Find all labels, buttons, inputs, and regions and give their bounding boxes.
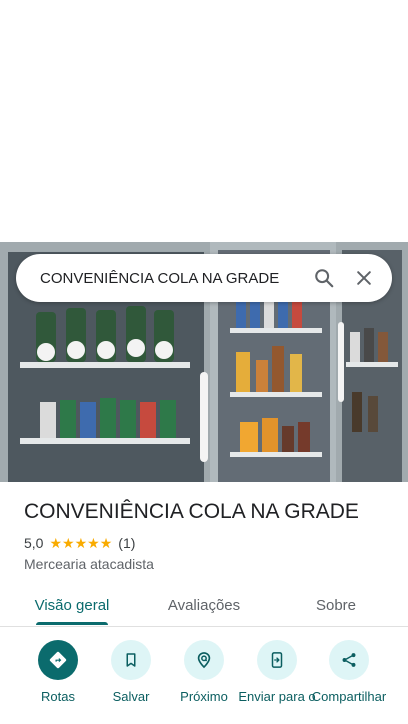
bookmark-icon (111, 640, 151, 680)
active-tab-indicator (36, 622, 108, 625)
map-blank-area (0, 0, 408, 242)
star-icon: ★ (99, 535, 113, 551)
save-button[interactable]: Salvar (91, 640, 171, 704)
nearby-icon (184, 640, 224, 680)
tab-bar: Visão geral Avaliações Sobre (0, 584, 408, 627)
send-to-phone-icon (257, 640, 297, 680)
star-icon: ★ (74, 535, 88, 551)
nearby-button[interactable]: Próximo (164, 640, 244, 704)
tab-overview[interactable]: Visão geral (24, 584, 120, 626)
send-to-phone-label: Enviar para o (238, 689, 316, 704)
nearby-label: Próximo (180, 689, 228, 704)
directions-button[interactable]: Rotas (18, 640, 98, 704)
close-icon[interactable] (346, 260, 382, 296)
share-label: Compartilhar (311, 689, 387, 704)
send-to-phone-button[interactable]: Enviar para o (237, 640, 317, 704)
star-icon: ★ (62, 535, 75, 551)
place-title: CONVENIÊNCIA COLA NA GRADE (24, 500, 359, 523)
share-icon (329, 640, 369, 680)
directions-label: Rotas (41, 689, 75, 704)
rating-row[interactable]: 5,0 ★ ★ ★ ★ ★ (1) (24, 535, 135, 551)
rating-value: 5,0 (24, 535, 44, 551)
action-buttons: Rotas Salvar Próximo Enviar para o Compa… (0, 640, 408, 724)
place-category[interactable]: Mercearia atacadista (24, 556, 154, 572)
search-bar[interactable]: CONVENIÊNCIA COLA NA GRADE (16, 254, 392, 302)
directions-icon (38, 640, 78, 680)
star-icon: ★ (87, 535, 100, 551)
save-label: Salvar (112, 689, 150, 704)
share-button[interactable]: Compartilhar (309, 640, 389, 704)
search-query-text[interactable]: CONVENIÊNCIA COLA NA GRADE (40, 270, 302, 287)
star-icon: ★ (49, 535, 63, 551)
tab-about[interactable]: Sobre (300, 584, 372, 626)
search-icon[interactable] (306, 260, 342, 296)
tab-reviews[interactable]: Avaliações (150, 584, 258, 626)
review-count: (1) (118, 535, 136, 551)
rating-stars: ★ ★ ★ ★ ★ (49, 536, 112, 550)
